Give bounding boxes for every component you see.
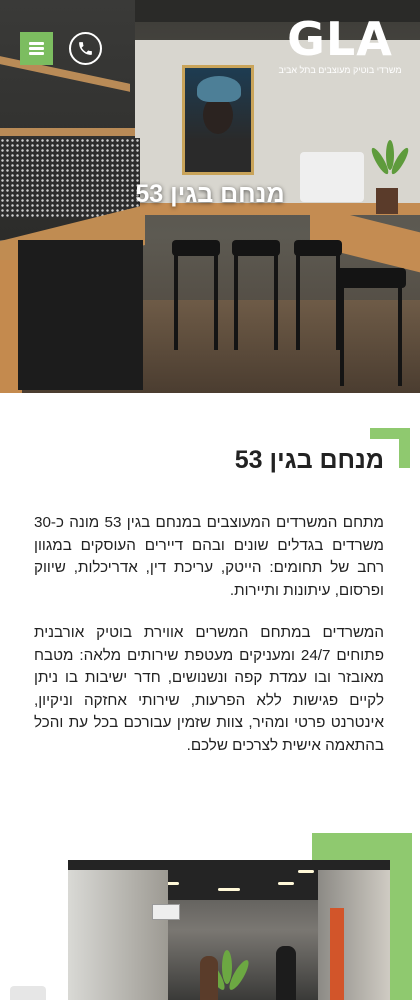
office-corridor-image <box>68 860 390 1000</box>
hero-cabinet <box>18 240 143 390</box>
section-title: מנחם בגין 53 <box>234 446 384 474</box>
painting-headwrap <box>197 76 241 102</box>
stool-leg <box>296 254 300 350</box>
stool-leg <box>340 286 344 386</box>
stool-leg <box>174 254 178 350</box>
hero-stool <box>172 240 220 256</box>
phone-button[interactable] <box>69 32 102 65</box>
hero-painting <box>182 65 254 175</box>
menu-button[interactable] <box>20 32 53 65</box>
hero-shelf <box>0 128 135 136</box>
phone-icon <box>79 42 92 55</box>
intro-paragraph: מתחם המשרדים המעוצבים במנחם בגין 53 מונה… <box>34 514 384 599</box>
stool-leg <box>274 254 278 350</box>
hero-stool <box>336 268 406 288</box>
hamburger-menu-icon <box>29 42 44 55</box>
site-logo[interactable]: GLA משרדי בוטיק מעוצבים בתל אביב <box>276 14 404 84</box>
stool-leg <box>398 286 402 386</box>
hero-stool <box>232 240 280 256</box>
logo-tagline: משרדי בוטיק מעוצבים בתל אביב <box>278 65 402 75</box>
hero-title: מנחם בגין 53 <box>135 180 285 208</box>
scroll-top-button[interactable] <box>10 986 46 1000</box>
services-paragraph: המשרדים במתחם המשרים אווירת בוטיק אורבני… <box>34 624 385 754</box>
stool-leg <box>234 254 238 350</box>
hero-stool <box>294 240 342 256</box>
logo-mark: GLA <box>287 12 393 66</box>
stool-leg <box>214 254 218 350</box>
